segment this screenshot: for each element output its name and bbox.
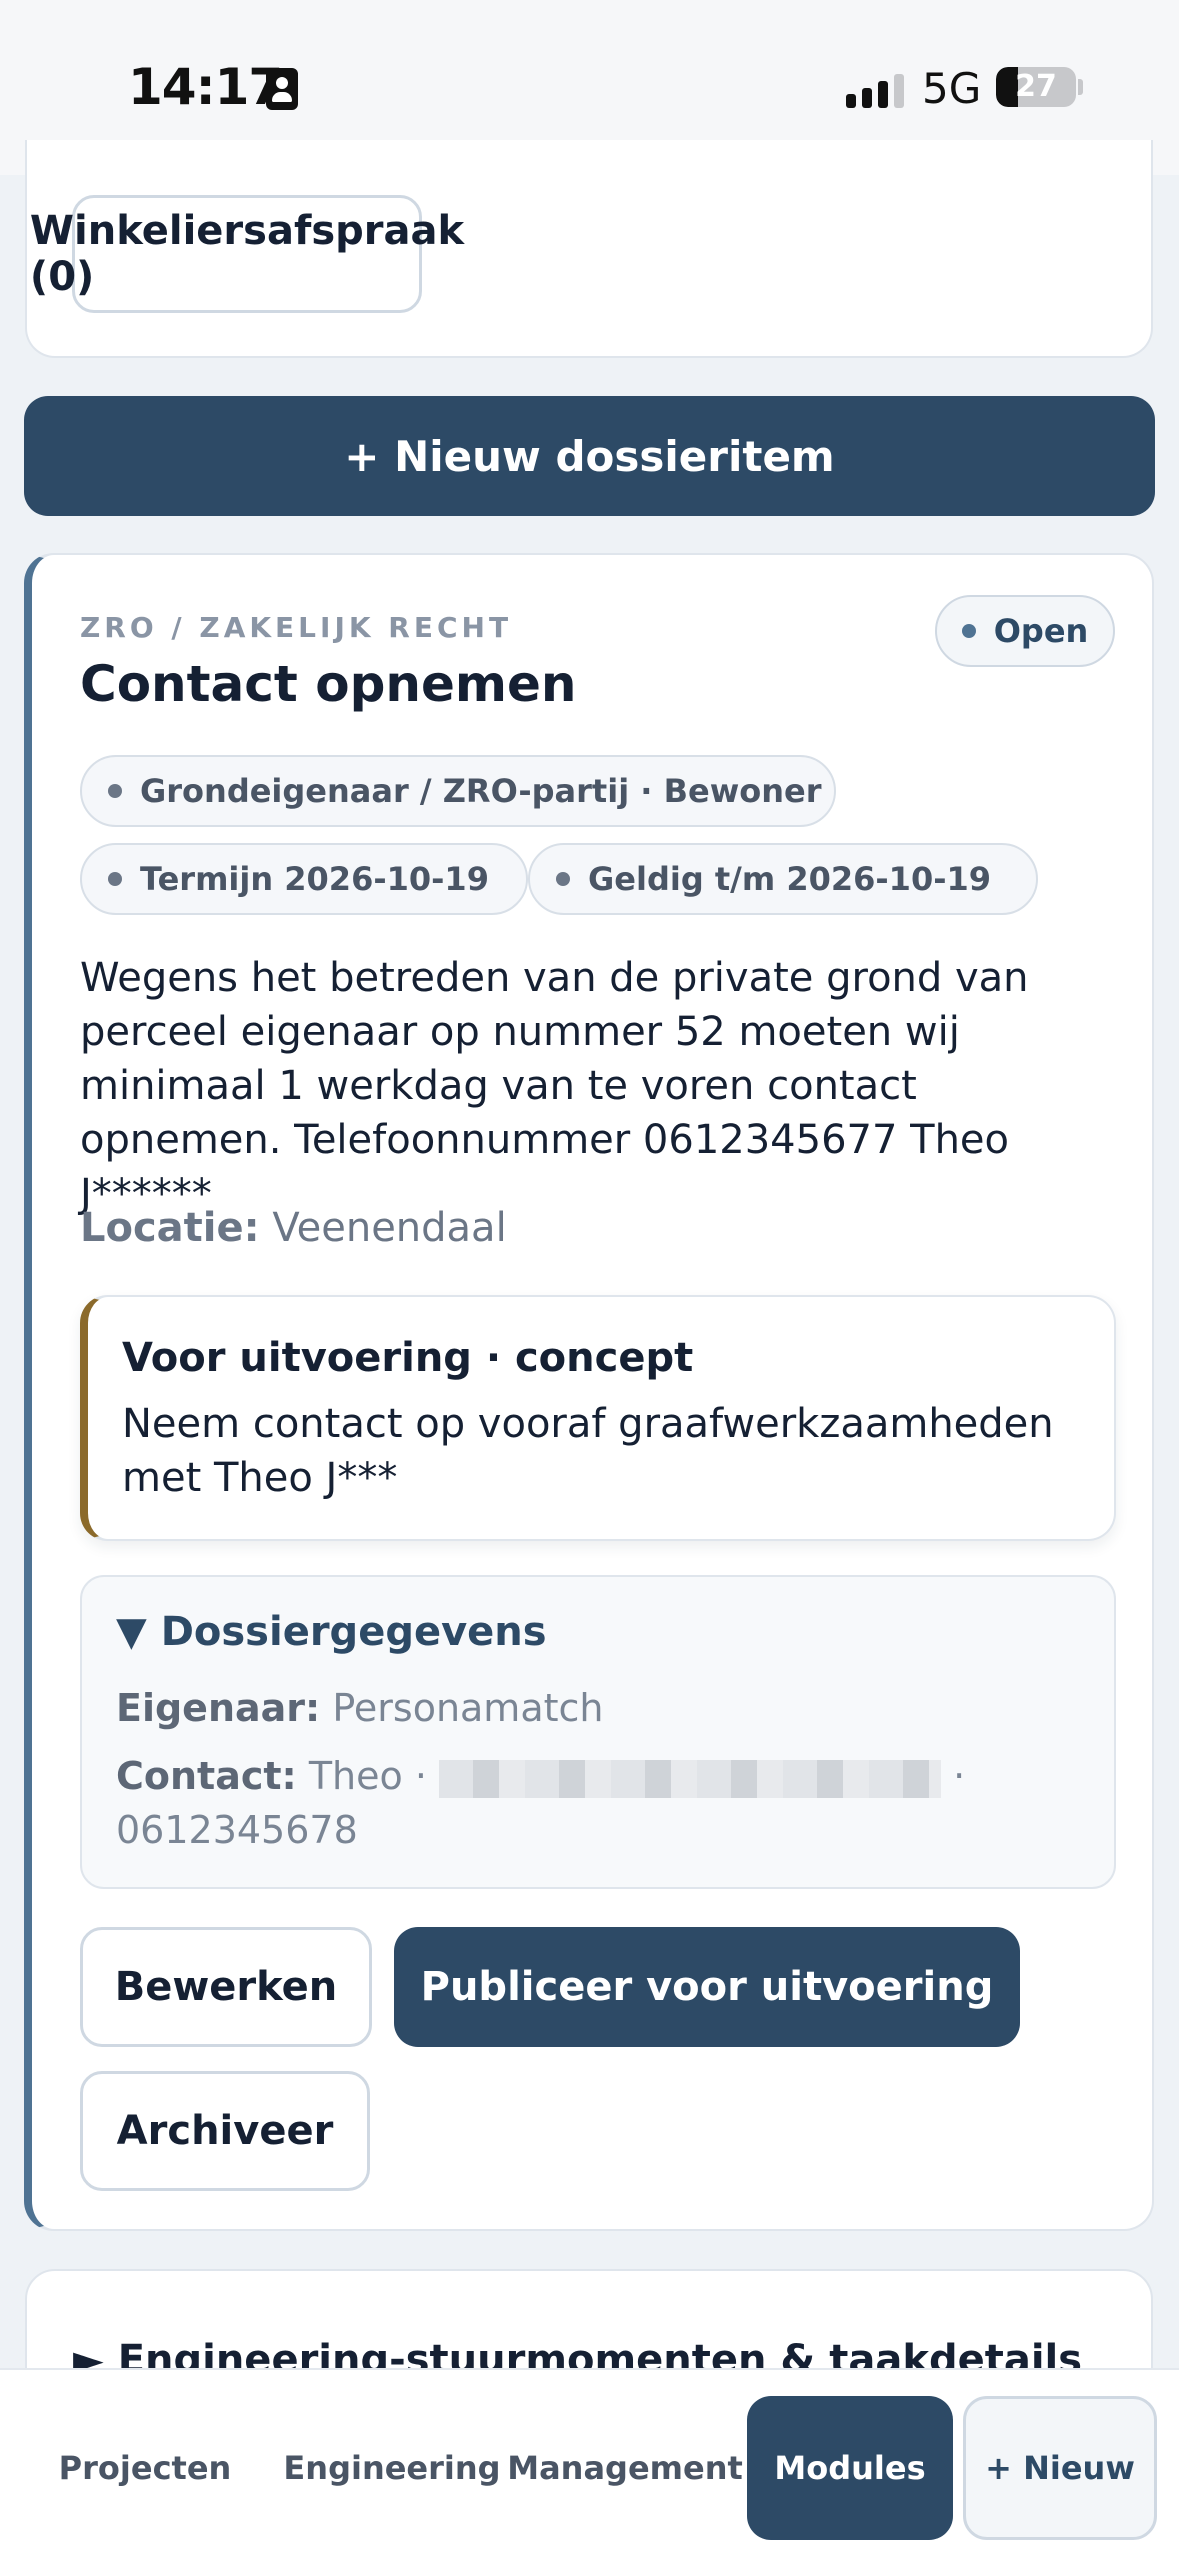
bullet-icon [556, 872, 570, 886]
nav-management[interactable]: Management [507, 2396, 743, 2540]
party-chip: Grondeigenaar / ZRO-partij · Bewoner [80, 755, 836, 827]
shopkeeper-agreement-button[interactable]: Winkeliersafspraak (0) [30, 195, 464, 313]
nav-engineering[interactable]: Engineering [282, 2396, 502, 2540]
note-text: Neem contact op vooraf graafwerkzaamhede… [122, 1401, 1054, 1501]
signal-icon [846, 74, 904, 108]
item-location: Locatie: Veenendaal [80, 1205, 507, 1251]
location-value: Veenendaal [272, 1205, 507, 1251]
dossier-contact: Contact: Theo · · 0612345678 [116, 1749, 1096, 1857]
archive-button[interactable]: Archiveer [80, 2071, 370, 2191]
bullet-icon [108, 784, 122, 798]
battery-cap [1078, 79, 1083, 95]
status-badge: Open [935, 595, 1115, 667]
dossier-owner: Eigenaar: Personamatch [116, 1681, 1096, 1735]
dossier-details: ▼ Dossiergegevens Eigenaar: Personamatch… [80, 1575, 1116, 1889]
nav-new-button[interactable]: + Nieuw [963, 2396, 1157, 2540]
item-title: Contact opnemen [80, 655, 577, 713]
status-label: Open [993, 612, 1089, 650]
valid-until-chip: Geldig t/m 2026-10-19 [528, 843, 1038, 915]
execution-note: Voor uitvoering · concept Neem contact o… [80, 1295, 1116, 1541]
network-label: 5G [922, 64, 982, 113]
bullet-icon [108, 872, 122, 886]
item-category: ZRO / ZAKELIJK RECHT [80, 611, 513, 644]
dossier-details-toggle[interactable]: ▼ Dossiergegevens [116, 1609, 547, 1655]
redacted-email [439, 1759, 942, 1798]
location-label: Locatie: [80, 1205, 260, 1251]
contact-badge-icon [266, 68, 298, 110]
party-chip-label: Grondeigenaar / ZRO-partij · Bewoner [140, 772, 822, 810]
nav-projects[interactable]: Projecten [40, 2396, 250, 2540]
bottom-nav: Projecten Engineering Management Modules… [0, 2368, 1179, 2556]
owner-label: Eigenaar: [116, 1686, 321, 1730]
term-chip-label: Termijn 2026-10-19 [140, 860, 489, 898]
item-description: Wegens het betreden van de private grond… [80, 955, 1029, 1217]
contact-name: Theo · [308, 1754, 427, 1798]
publish-button[interactable]: Publiceer voor uitvoering [394, 1927, 1020, 2047]
owner-value: Personamatch [332, 1686, 604, 1730]
nav-modules[interactable]: Modules [747, 2396, 953, 2540]
battery-label: 27 [1015, 69, 1057, 104]
new-dossier-item-button[interactable]: + Nieuw dossieritem [24, 396, 1155, 516]
contact-label: Contact: [116, 1754, 297, 1798]
edit-button[interactable]: Bewerken [80, 1927, 372, 2047]
note-title: Voor uitvoering · concept [122, 1335, 694, 1381]
status-dot-icon [961, 624, 976, 638]
contact-separator: · [953, 1754, 966, 1798]
contact-phone: 0612345678 [116, 1808, 358, 1852]
battery-icon: 27 [996, 67, 1076, 107]
dossier-item-card: ZRO / ZAKELIJK RECHT Contact opnemen Ope… [24, 553, 1154, 2231]
valid-chip-label: Geldig t/m 2026-10-19 [588, 860, 992, 898]
filter-card: Winkeliersafspraak (0) [25, 140, 1153, 358]
term-chip: Termijn 2026-10-19 [80, 843, 528, 915]
status-time: 14:17 [128, 58, 283, 116]
